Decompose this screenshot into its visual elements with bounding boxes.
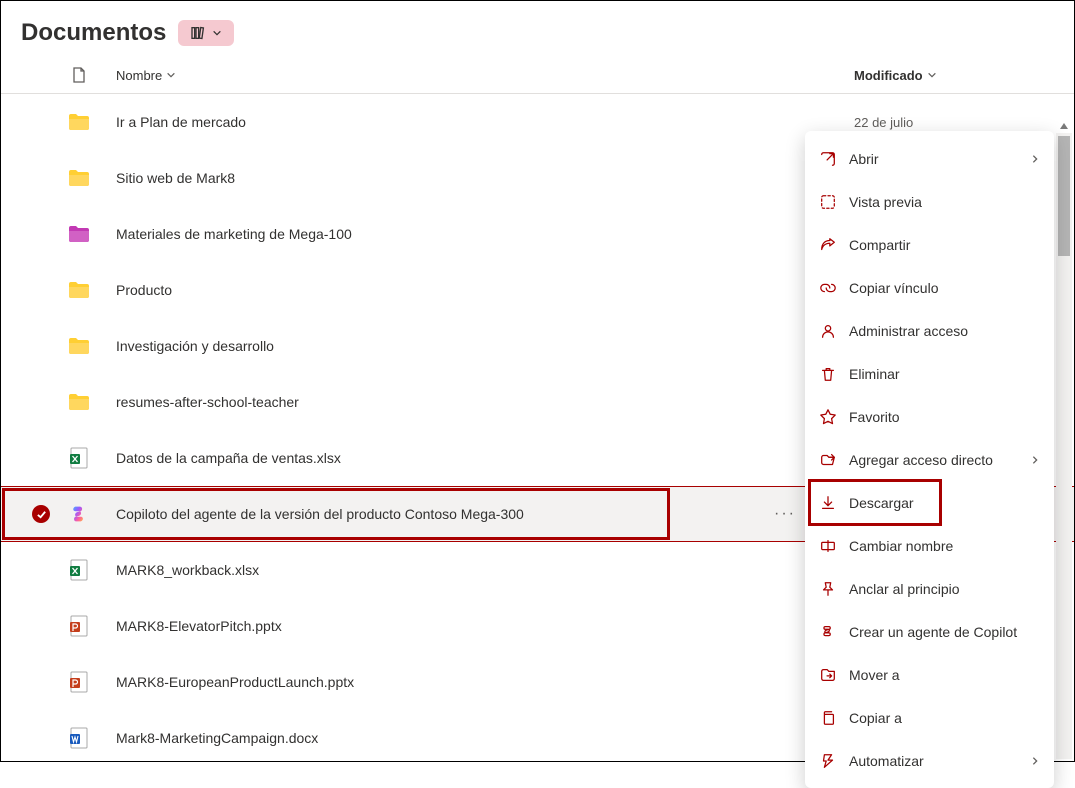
- check-icon: [32, 505, 50, 523]
- menu-item-access[interactable]: Administrar acceso: [805, 309, 1054, 352]
- automate-icon: [819, 752, 837, 770]
- scroll-up-arrow-icon[interactable]: [1059, 121, 1069, 131]
- file-name[interactable]: Ir a Plan de mercado: [96, 114, 854, 130]
- copilot-icon: [819, 623, 837, 641]
- menu-item-label: Copiar vínculo: [849, 280, 1040, 296]
- chevron-down-icon: [212, 28, 222, 38]
- folder-icon: [61, 338, 96, 354]
- menu-item-label: Cambiar nombre: [849, 538, 1040, 554]
- menu-item-label: Descargar: [849, 495, 1040, 511]
- link-icon: [819, 279, 837, 297]
- folder-icon: [61, 282, 96, 298]
- chevron-right-icon: [1030, 455, 1040, 465]
- menu-item-download[interactable]: Descargar: [805, 481, 1054, 524]
- file-name[interactable]: MARK8_workback.xlsx: [96, 562, 854, 578]
- menu-item-copilot[interactable]: Crear un agente de Copilot: [805, 610, 1054, 653]
- menu-item-delete[interactable]: Eliminar: [805, 352, 1054, 395]
- column-header-modified[interactable]: Modificado: [854, 68, 1054, 83]
- menu-item-label: Mover a: [849, 667, 1040, 683]
- page-header: Documentos: [1, 1, 1074, 59]
- file-name[interactable]: Investigación y desarrollo: [96, 338, 854, 354]
- scrollbar-track[interactable]: [1056, 133, 1072, 759]
- chevron-right-icon: [1030, 756, 1040, 766]
- delete-icon: [819, 365, 837, 383]
- excel-icon: [61, 559, 96, 581]
- move-icon: [819, 666, 837, 684]
- file-name[interactable]: Copiloto del agente de la versión del pr…: [96, 506, 774, 522]
- powerpoint-icon: [61, 671, 96, 693]
- file-name[interactable]: Datos de la campaña de ventas.xlsx: [96, 450, 854, 466]
- file-name[interactable]: MARK8-ElevatorPitch.pptx: [96, 618, 854, 634]
- column-header-type[interactable]: [21, 67, 96, 83]
- menu-item-label: Vista previa: [849, 194, 1040, 210]
- preview-icon: [819, 193, 837, 211]
- chevron-down-icon: [166, 68, 176, 83]
- file-name[interactable]: resumes-after-school-teacher: [96, 394, 854, 410]
- menu-item-copy[interactable]: Copiar a: [805, 696, 1054, 739]
- menu-item-rename[interactable]: Cambiar nombre: [805, 524, 1054, 567]
- folder-icon: [61, 394, 96, 410]
- access-icon: [819, 322, 837, 340]
- shortcut-icon: [819, 451, 837, 469]
- collection-dropdown[interactable]: [178, 20, 234, 46]
- column-header-modified-label: Modificado: [854, 68, 923, 83]
- file-name[interactable]: Materiales de marketing de Mega-100: [96, 226, 854, 242]
- share-icon: [819, 236, 837, 254]
- menu-item-open[interactable]: Abrir: [805, 137, 1054, 180]
- menu-item-link[interactable]: Copiar vínculo: [805, 266, 1054, 309]
- file-name[interactable]: Mark8-MarketingCampaign.docx: [96, 730, 854, 746]
- column-header-name-label: Nombre: [116, 68, 162, 83]
- rename-icon: [819, 537, 837, 555]
- books-icon: [190, 25, 206, 41]
- file-name[interactable]: Sitio web de Mark8: [96, 170, 854, 186]
- file-name[interactable]: Producto: [96, 282, 854, 298]
- menu-item-label: Automatizar: [849, 753, 1018, 769]
- context-menu: Abrir Vista previa Compartir Copiar vínculo…: [805, 131, 1054, 788]
- more-actions-button[interactable]: ···: [774, 505, 804, 523]
- folder-icon: [61, 114, 96, 130]
- chevron-right-icon: [1030, 154, 1040, 164]
- folder-icon: [61, 226, 96, 242]
- chevron-down-icon: [927, 68, 937, 83]
- file-modified: 22 de julio: [854, 115, 1054, 130]
- menu-item-label: Agregar acceso directo: [849, 452, 1018, 468]
- menu-item-automate[interactable]: Automatizar: [805, 739, 1054, 782]
- copilot-icon: [61, 503, 96, 525]
- menu-item-share[interactable]: Compartir: [805, 223, 1054, 266]
- copy-icon: [819, 709, 837, 727]
- menu-item-label: Anclar al principio: [849, 581, 1040, 597]
- row-select[interactable]: [21, 505, 61, 523]
- file-name[interactable]: MARK8-EuropeanProductLaunch.pptx: [96, 674, 854, 690]
- pin-icon: [819, 580, 837, 598]
- menu-item-pin[interactable]: Anclar al principio: [805, 567, 1054, 610]
- menu-item-label: Copiar a: [849, 710, 1040, 726]
- menu-item-label: Eliminar: [849, 366, 1040, 382]
- menu-item-move[interactable]: Mover a: [805, 653, 1054, 696]
- menu-item-label: Administrar acceso: [849, 323, 1040, 339]
- menu-item-preview[interactable]: Vista previa: [805, 180, 1054, 223]
- menu-item-shortcut[interactable]: Agregar acceso directo: [805, 438, 1054, 481]
- menu-item-label: Crear un agente de Copilot: [849, 624, 1040, 640]
- powerpoint-icon: [61, 615, 96, 637]
- word-icon: [61, 727, 96, 749]
- menu-item-label: Favorito: [849, 409, 1040, 425]
- column-header-row: Nombre Modificado: [1, 59, 1074, 94]
- folder-icon: [61, 170, 96, 186]
- download-icon: [819, 494, 837, 512]
- favorite-icon: [819, 408, 837, 426]
- open-icon: [819, 150, 837, 168]
- menu-item-label: Abrir: [849, 151, 1018, 167]
- menu-item-label: Compartir: [849, 237, 1040, 253]
- menu-item-favorite[interactable]: Favorito: [805, 395, 1054, 438]
- page-title: Documentos: [21, 19, 166, 47]
- excel-icon: [61, 447, 96, 469]
- column-header-name[interactable]: Nombre: [96, 68, 854, 83]
- scrollbar-thumb[interactable]: [1058, 136, 1070, 256]
- file-icon: [72, 67, 86, 83]
